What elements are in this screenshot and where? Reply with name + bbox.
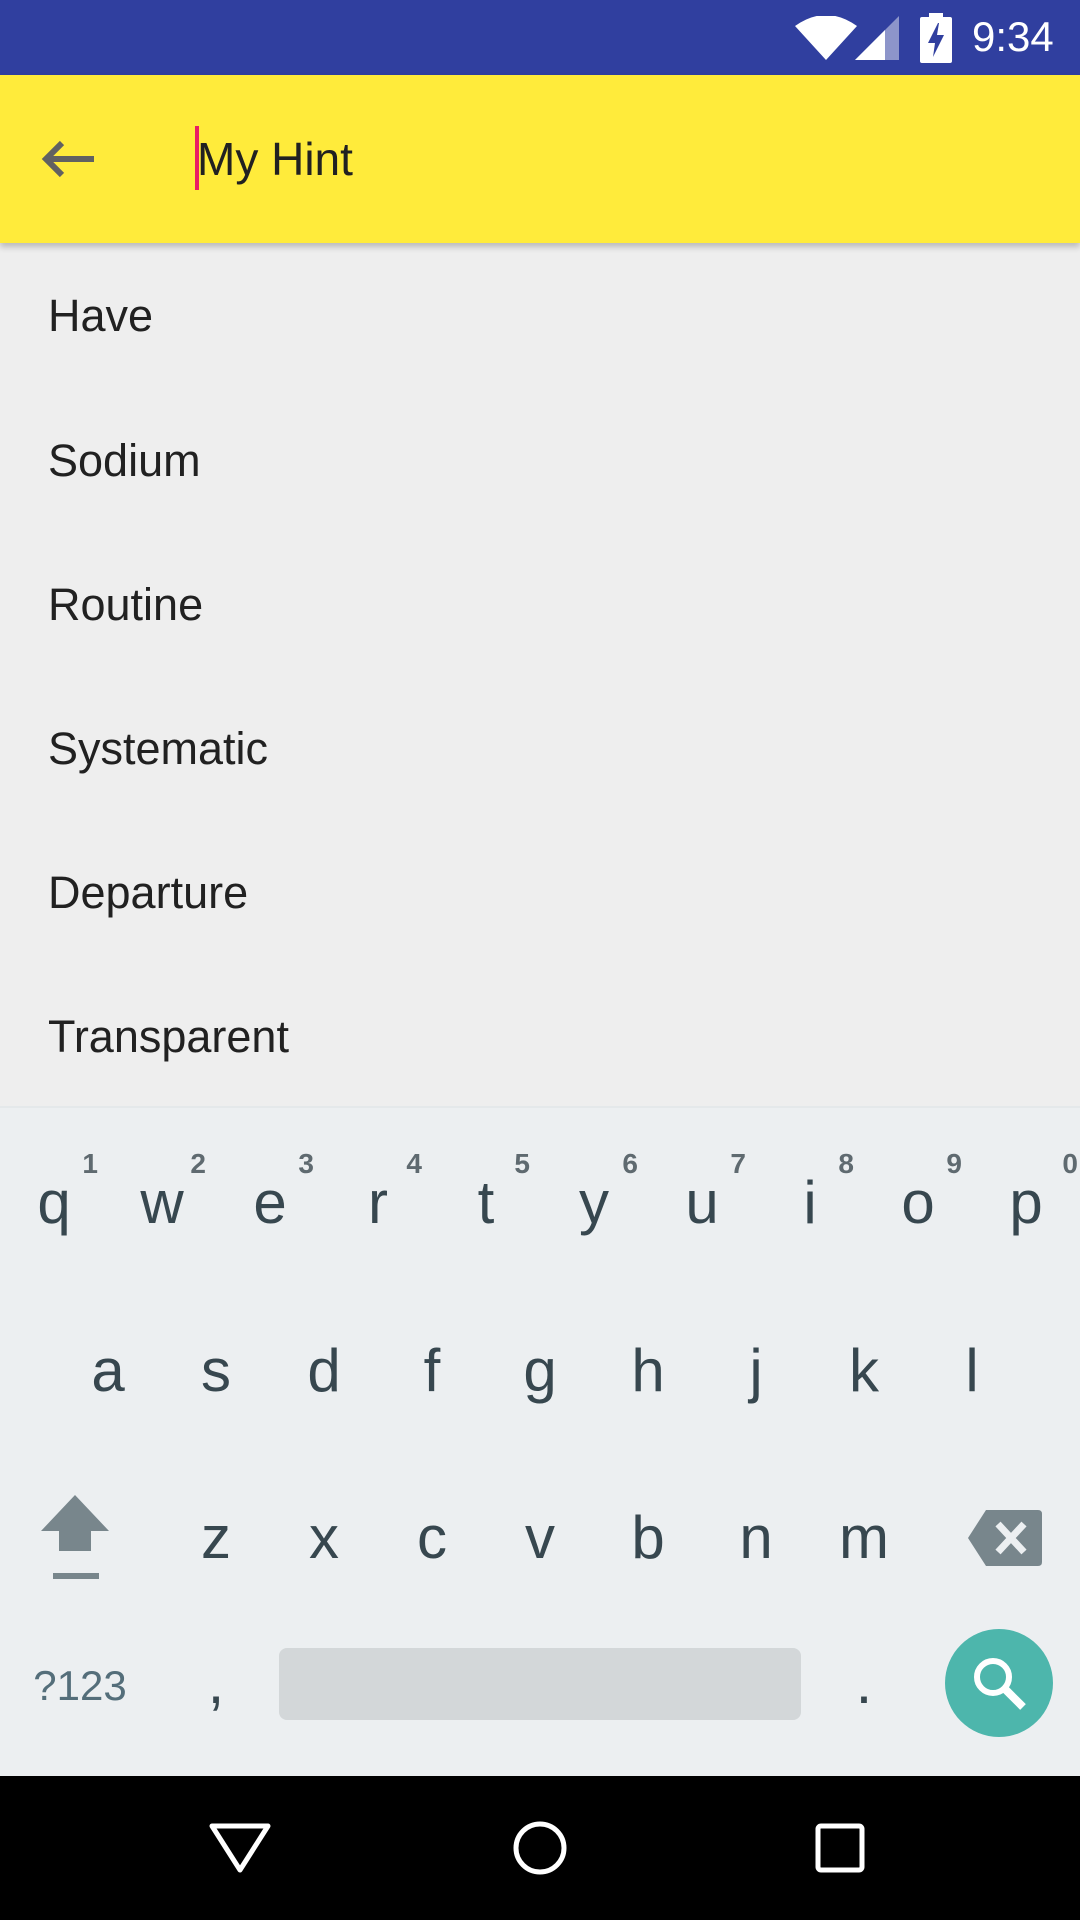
key-e[interactable]: e 3 xyxy=(216,1128,324,1278)
battery-charging-icon xyxy=(920,13,952,63)
nav-recents-icon xyxy=(815,1823,865,1873)
backspace-icon xyxy=(968,1510,1042,1566)
key-g[interactable]: g xyxy=(486,1296,594,1446)
status-bar: 9:34 xyxy=(0,0,1080,75)
suggestion-item[interactable]: Departure xyxy=(0,821,1080,965)
key-i[interactable]: i 8 xyxy=(756,1128,864,1278)
key-j[interactable]: j xyxy=(702,1296,810,1446)
space-key[interactable] xyxy=(279,1648,801,1720)
key-s[interactable]: s xyxy=(162,1296,270,1446)
suggestion-item[interactable]: Have xyxy=(0,243,1080,389)
key-p[interactable]: p 0 xyxy=(972,1128,1080,1278)
signal-icon xyxy=(855,16,899,60)
suggestion-label: Systematic xyxy=(48,723,269,774)
nav-home-button[interactable] xyxy=(490,1798,590,1898)
suggestion-list: Have Sodium Routine Systematic Departure… xyxy=(0,243,1080,1106)
key-l[interactable]: l xyxy=(918,1296,1026,1446)
comma-key[interactable]: , xyxy=(162,1628,270,1738)
suggestion-item[interactable]: Routine xyxy=(0,533,1080,677)
suggestion-label: Routine xyxy=(48,579,204,630)
suggestion-label: Sodium xyxy=(48,435,201,486)
key-w[interactable]: w 2 xyxy=(108,1128,216,1278)
back-button[interactable] xyxy=(26,117,110,201)
key-m[interactable]: m xyxy=(810,1463,918,1613)
shift-key[interactable] xyxy=(0,1463,150,1613)
key-x[interactable]: x xyxy=(270,1463,378,1613)
nav-home-icon xyxy=(513,1821,567,1875)
key-h[interactable]: h xyxy=(594,1296,702,1446)
text-cursor xyxy=(195,126,199,190)
symbols-key[interactable]: ?123 xyxy=(20,1636,140,1736)
key-b[interactable]: b xyxy=(594,1463,702,1613)
key-q[interactable]: q 1 xyxy=(0,1128,108,1278)
search-field[interactable] xyxy=(195,120,1035,198)
key-u[interactable]: u 7 xyxy=(648,1128,756,1278)
soft-keyboard: q 1 w 2 e 3 r 4 t 5 y 6 u 7 i 8 o 9 p 0 … xyxy=(0,1106,1080,1776)
backspace-key[interactable] xyxy=(940,1463,1070,1613)
period-key[interactable]: . xyxy=(810,1628,918,1738)
key-c[interactable]: c xyxy=(378,1463,486,1613)
key-k[interactable]: k xyxy=(810,1296,918,1446)
key-f[interactable]: f xyxy=(378,1296,486,1446)
search-icon xyxy=(974,1658,1026,1710)
suggestion-item[interactable]: Sodium xyxy=(0,389,1080,533)
key-v[interactable]: v xyxy=(486,1463,594,1613)
arrow-back-icon xyxy=(41,140,94,178)
nav-recents-button[interactable] xyxy=(790,1798,890,1898)
suggestion-label: Departure xyxy=(48,867,249,918)
wifi-icon xyxy=(795,16,857,60)
key-t[interactable]: t 5 xyxy=(432,1128,540,1278)
key-n[interactable]: n xyxy=(702,1463,810,1613)
key-a[interactable]: a xyxy=(54,1296,162,1446)
shift-icon xyxy=(41,1495,109,1579)
status-time: 9:34 xyxy=(972,13,1054,60)
suggestion-item[interactable]: Transparent xyxy=(0,965,1080,1106)
key-d[interactable]: d xyxy=(270,1296,378,1446)
search-key[interactable] xyxy=(945,1629,1053,1737)
key-r[interactable]: r 4 xyxy=(324,1128,432,1278)
nav-back-button[interactable] xyxy=(190,1798,290,1898)
key-o[interactable]: o 9 xyxy=(864,1128,972,1278)
suggestion-item[interactable]: Systematic xyxy=(0,677,1080,821)
suggestion-label: Have xyxy=(48,290,154,341)
search-input[interactable] xyxy=(195,120,1035,198)
suggestion-label: Transparent xyxy=(48,1011,289,1062)
key-y[interactable]: y 6 xyxy=(540,1128,648,1278)
navigation-bar xyxy=(0,1776,1080,1920)
nav-back-icon xyxy=(209,1823,271,1873)
search-toolbar xyxy=(0,75,1080,243)
key-z[interactable]: z xyxy=(162,1463,270,1613)
